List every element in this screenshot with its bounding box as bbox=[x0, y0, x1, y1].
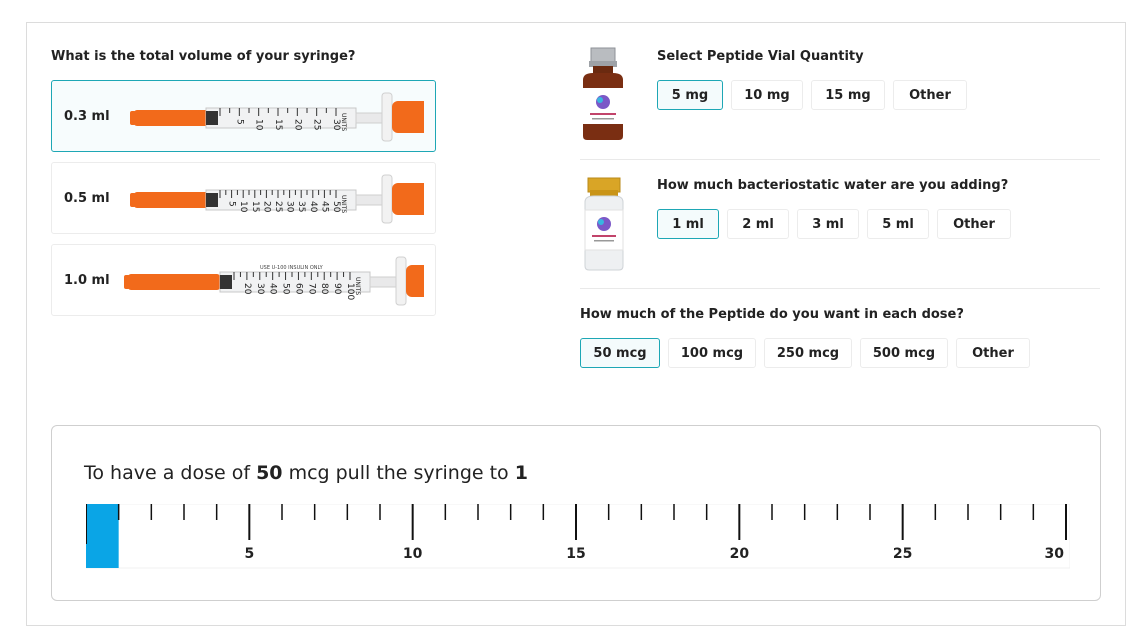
section-divider bbox=[580, 288, 1100, 289]
syringe-option-label: 0.5 ml bbox=[64, 190, 110, 206]
syringe-mark-label: 50 bbox=[281, 283, 291, 295]
water-option-other[interactable]: Other bbox=[937, 209, 1011, 239]
syringe-mark-label: 80 bbox=[319, 283, 329, 295]
plunger-cap bbox=[392, 101, 424, 133]
plunger-stopper bbox=[206, 111, 218, 125]
syringe-mark-label: 40 bbox=[268, 283, 278, 295]
vial-option-15mg[interactable]: 15 mg bbox=[811, 80, 885, 110]
needle-cap bbox=[128, 274, 220, 290]
dose-option-50mcg[interactable]: 50 mcg bbox=[580, 338, 660, 368]
syringe-caption: USE U-100 INSULIN ONLY bbox=[260, 265, 324, 271]
water-amount-question: How much bacteriostatic water are you ad… bbox=[657, 178, 1009, 193]
needle-cap bbox=[134, 110, 210, 126]
scale-label: 5 bbox=[244, 546, 254, 562]
scale-label: 10 bbox=[403, 546, 423, 562]
water-option-1ml[interactable]: 1 ml bbox=[657, 209, 719, 239]
result-units-value: 1 bbox=[514, 462, 528, 484]
scale-label: 20 bbox=[730, 546, 750, 562]
syringe-mark-label: 90 bbox=[332, 283, 342, 295]
syringe-option-0-3ml[interactable]: 0.3 ml 5 10 15 20 25 30 UNITS bbox=[51, 80, 436, 152]
plunger-cap bbox=[392, 183, 424, 215]
dose-option-100mcg[interactable]: 100 mcg bbox=[668, 338, 756, 368]
finger-flange bbox=[395, 256, 407, 306]
syringe-mark-label: 5 bbox=[227, 201, 237, 207]
syringe-mark-label: 60 bbox=[293, 283, 303, 295]
syringe-option-0-5ml[interactable]: 0.5 ml 5 10 15 20 25 30 35 40 45 50 UNITS bbox=[51, 162, 436, 234]
syringe-unit-label: UNITS bbox=[340, 113, 347, 131]
scale-label: 25 bbox=[893, 546, 912, 562]
dose-amount-question: How much of the Peptide do you want in e… bbox=[580, 307, 964, 322]
finger-flange bbox=[381, 92, 393, 142]
syringe-mark-label: 30 bbox=[285, 201, 295, 213]
syringe-mark-label: 20 bbox=[261, 201, 271, 213]
peptide-vial-image bbox=[583, 47, 623, 140]
dose-option-500mcg[interactable]: 500 mcg bbox=[860, 338, 948, 368]
result-middle: mcg pull the syringe to bbox=[288, 462, 509, 484]
vial-quantity-question: Select Peptide Vial Quantity bbox=[657, 49, 864, 64]
dose-option-250mcg[interactable]: 250 mcg bbox=[764, 338, 852, 368]
syringe-mark-label: 20 bbox=[242, 283, 252, 295]
syringe-image: 5 10 15 20 25 30 UNITS bbox=[130, 92, 424, 142]
syringe-option-label: 1.0 ml bbox=[64, 272, 110, 288]
vial-option-other[interactable]: Other bbox=[893, 80, 967, 110]
syringe-mark-label: 10 bbox=[254, 119, 264, 131]
syringe-image: 5 10 15 20 25 30 35 40 45 50 UNITS bbox=[130, 174, 424, 224]
result-panel: To have a dose of 50 mcg pull the syring… bbox=[51, 425, 1101, 601]
water-amount-options: 1 ml 2 ml 3 ml 5 ml Other bbox=[657, 209, 1011, 239]
result-sentence: To have a dose of 50 mcg pull the syring… bbox=[84, 462, 528, 484]
syringe-mark-label: 10 bbox=[238, 201, 248, 213]
dose-option-other[interactable]: Other bbox=[956, 338, 1030, 368]
plunger-cap bbox=[406, 265, 424, 297]
syringe-mark-label: 20 bbox=[292, 119, 302, 131]
syringe-mark-label: 25 bbox=[312, 119, 322, 130]
vial-quantity-options: 5 mg 10 mg 15 mg Other bbox=[657, 80, 967, 110]
syringe-mark-label: 30 bbox=[331, 119, 341, 131]
syringe-option-label: 0.3 ml bbox=[64, 108, 110, 124]
syringe-unit-label: UNITS bbox=[354, 277, 361, 295]
result-dose-value: 50 bbox=[256, 462, 283, 484]
vial-option-10mg[interactable]: 10 mg bbox=[731, 80, 803, 110]
scale-label: 30 bbox=[1045, 546, 1065, 562]
water-option-2ml[interactable]: 2 ml bbox=[727, 209, 789, 239]
syringe-mark-label: 70 bbox=[306, 283, 316, 295]
plunger-stopper bbox=[206, 193, 218, 207]
dose-amount-options: 50 mcg 100 mcg 250 mcg 500 mcg Other bbox=[580, 338, 1030, 368]
syringe-mark-label: 35 bbox=[296, 201, 306, 212]
syringe-mark-label: 100 bbox=[345, 283, 355, 300]
needle-cap bbox=[134, 192, 210, 208]
syringe-option-1-0ml[interactable]: 1.0 ml 20 30 40 50 60 70 80 90 100 UNITS USE U-100… bbox=[51, 244, 436, 316]
result-prefix: To have a dose of bbox=[84, 462, 251, 484]
syringe-mark-label: 50 bbox=[331, 201, 341, 213]
syringe-mark-label: 30 bbox=[255, 283, 265, 295]
scale-fill bbox=[86, 504, 119, 568]
syringe-mark-label: 15 bbox=[273, 119, 283, 130]
water-option-5ml[interactable]: 5 ml bbox=[867, 209, 929, 239]
syringe-mark-label: 15 bbox=[250, 201, 260, 212]
water-option-3ml[interactable]: 3 ml bbox=[797, 209, 859, 239]
scale-label: 15 bbox=[566, 546, 585, 562]
syringe-scale: 5 10 15 20 25 30 bbox=[86, 504, 1070, 569]
syringe-mark-label: 5 bbox=[234, 119, 244, 125]
vial-option-5mg[interactable]: 5 mg bbox=[657, 80, 723, 110]
water-vial-image bbox=[584, 177, 624, 271]
syringe-volume-question: What is the total volume of your syringe… bbox=[51, 49, 356, 64]
syringe-mark-label: 45 bbox=[319, 201, 329, 212]
plunger-stopper bbox=[220, 275, 232, 289]
syringe-image: 20 30 40 50 60 70 80 90 100 UNITS USE U-100 INSULI… bbox=[124, 256, 424, 306]
syringe-mark-label: 25 bbox=[273, 201, 283, 212]
syringe-unit-label: UNITS bbox=[340, 195, 347, 213]
syringe-mark-label: 40 bbox=[308, 201, 318, 213]
section-divider bbox=[580, 159, 1100, 160]
finger-flange bbox=[381, 174, 393, 224]
